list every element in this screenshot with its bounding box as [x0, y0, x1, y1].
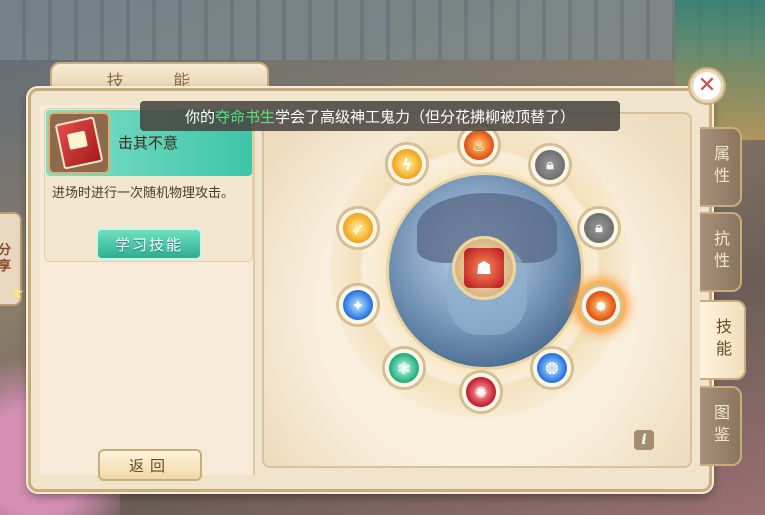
skill-slot-bottom[interactable]: ✺ [459, 370, 503, 414]
wind-icon: ❃ [389, 353, 419, 383]
skill-slot-left[interactable]: ✦ [336, 283, 380, 327]
info-icon[interactable]: i [634, 430, 654, 450]
tab-attributes[interactable]: 属性 [700, 127, 742, 207]
tab-label: 技能 [713, 318, 732, 362]
tab-label: 抗性 [711, 230, 730, 274]
share-label: 分享 [0, 243, 12, 274]
skill-slot-right[interactable]: ✹ [579, 284, 623, 328]
background-roof [0, 0, 765, 60]
notice-pet-name: 夺命书生 [214, 107, 275, 126]
skill-slot-right-upper[interactable]: 🔒︎ [577, 206, 621, 250]
demon-mask-icon: ☗ [464, 248, 504, 288]
skill-slot-top-left[interactable]: ϟ [385, 142, 429, 186]
skill-name: 击其不意 [118, 134, 179, 152]
notification-banner: 你的 夺命书生 学会了高级神工鬼力（但分花拂柳被顶替了） [140, 101, 620, 131]
tab-codex[interactable]: 图鉴 [700, 386, 742, 466]
skill-slot-bottom-right[interactable]: ❂ [530, 346, 574, 390]
skill-slot-left-upper[interactable]: ➶ [336, 206, 380, 250]
tab-label: 属性 [711, 145, 730, 189]
water-swirl-icon: ❂ [537, 353, 567, 383]
lightning-icon: ϟ [392, 149, 422, 179]
star-icon: ★ [10, 283, 25, 302]
back-button[interactable]: 返回 [98, 449, 202, 481]
lock-icon: 🔒︎ [535, 150, 565, 180]
tab-skills[interactable]: 技能 [700, 300, 746, 380]
close-button[interactable]: ✕ [688, 67, 726, 105]
lock-icon: 🔒︎ [584, 213, 614, 243]
fire-burst-icon: ✹ [586, 291, 616, 321]
skill-slot-bottom-left[interactable]: ❃ [382, 346, 426, 390]
fire-icon: ♨ [464, 130, 494, 160]
blue-flame-icon: ✦ [343, 290, 373, 320]
notice-prefix: 你的 [184, 107, 215, 126]
red-vortex-icon: ✺ [466, 377, 496, 407]
learn-skill-button[interactable]: 学习技能 [96, 228, 202, 260]
notice-suffix: 学会了高级神工鬼力（但分花拂柳被顶替了） [275, 107, 576, 126]
tab-resistance[interactable]: 抗性 [700, 212, 742, 292]
skill-book-icon[interactable] [48, 112, 110, 174]
red-book-icon [54, 116, 104, 170]
skill-description: 进场时进行一次随机物理攻击。 [52, 186, 235, 201]
close-icon: ✕ [697, 73, 717, 98]
center-skill-slot[interactable]: ☗ [452, 236, 516, 300]
skill-slot-top-right[interactable]: 🔒︎ [528, 143, 572, 187]
tab-label: 图鉴 [711, 404, 730, 448]
golden-slash-icon: ➶ [343, 213, 373, 243]
